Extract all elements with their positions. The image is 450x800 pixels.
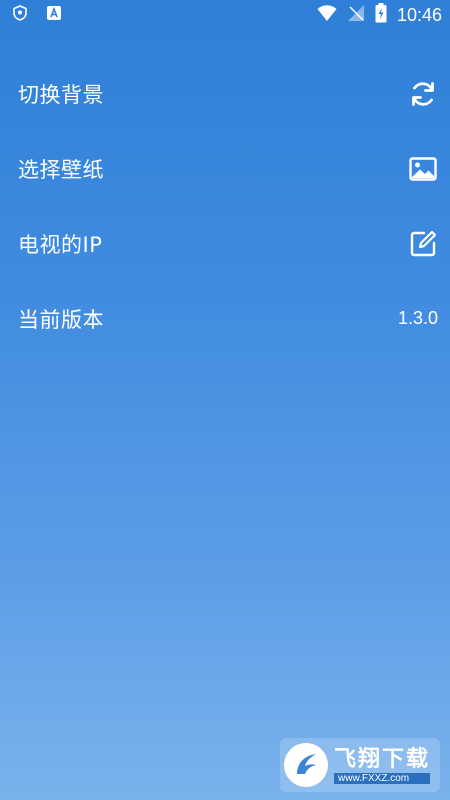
menu-item-current-version: 当前版本 1.3.0 [0,281,450,356]
wifi-icon [317,4,337,26]
watermark-title: 飞翔下载 [334,746,431,772]
menu-item-tv-ip[interactable]: 电视的IP [0,206,450,281]
status-time: 10:46 [396,4,442,25]
image-icon[interactable] [408,154,438,184]
shield-icon [12,5,28,21]
menu-item-switch-background[interactable]: 切换背景 [0,56,450,131]
no-signal-icon [347,4,365,26]
menu-item-label: 选择壁纸 [18,157,104,182]
watermark: 飞翔下载 www.FXXZ.com [280,738,440,792]
status-bar-right: 10:46 [317,3,442,27]
refresh-icon[interactable] [408,79,438,109]
status-bar: 10:46 [0,0,450,28]
watermark-url: www.FXXZ.com [334,772,431,784]
a-notification-icon [46,5,62,21]
menu-item-label: 切换背景 [18,82,104,107]
version-value: 1.3.0 [397,308,438,328]
menu-item-label: 当前版本 [18,307,104,332]
battery-charging-icon [375,3,387,27]
edit-icon[interactable] [408,229,438,259]
status-bar-left [12,5,62,21]
watermark-logo-icon [284,743,328,787]
menu-item-label: 电视的IP [18,232,103,257]
menu-item-choose-wallpaper[interactable]: 选择壁纸 [0,131,450,206]
settings-menu: 切换背景 选择壁纸 电视的IP 当前版本 1.3.0 [0,56,450,356]
watermark-text: 飞翔下载 www.FXXZ.com [334,746,431,784]
